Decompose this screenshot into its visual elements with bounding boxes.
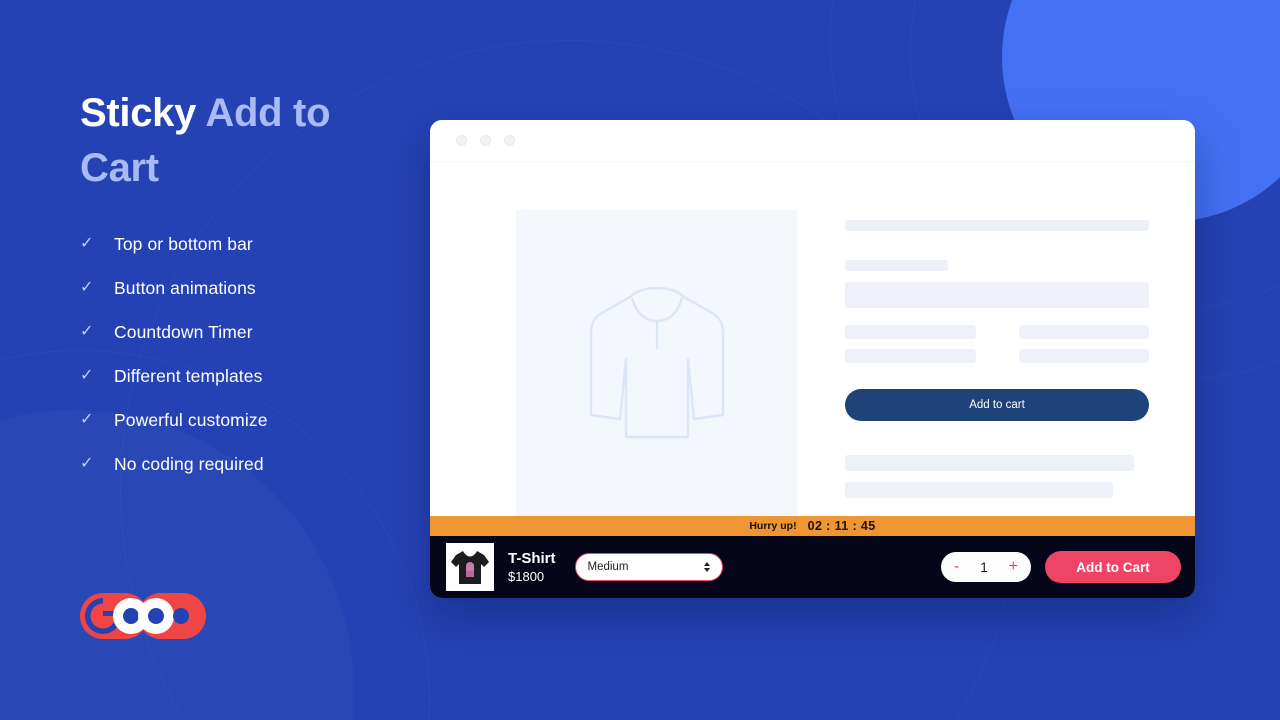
gooo-logo — [80, 593, 206, 639]
list-item: ✓ Countdown Timer — [80, 310, 410, 354]
product-details: Add to cart — [845, 210, 1149, 540]
feature-label: Powerful customize — [114, 409, 268, 430]
feature-label: Top or bottom bar — [114, 233, 253, 254]
marketing-copy: Sticky Add to Cart ✓ Top or bottom bar ✓… — [80, 86, 410, 486]
skeleton-paragraph — [845, 455, 1134, 471]
gooo-logo-icon — [80, 593, 206, 639]
browser-mockup: Add to cart Hurry up! 02 : 11 : 45 T-Shi… — [430, 120, 1195, 598]
list-item: ✓ No coding required — [80, 442, 410, 486]
list-item: ✓ Different templates — [80, 354, 410, 398]
check-icon: ✓ — [80, 455, 94, 473]
check-icon: ✓ — [80, 367, 94, 385]
sticky-add-to-cart-bar: T-Shirt $1800 Medium - 1 + Add to Cart — [430, 536, 1195, 598]
page-add-to-cart-button[interactable]: Add to cart — [845, 389, 1149, 421]
promo-banner: Sticky Add to Cart ✓ Top or bottom bar ✓… — [0, 0, 1280, 720]
feature-label: Countdown Timer — [114, 321, 253, 342]
product-page: Add to cart — [430, 162, 1195, 540]
quantity-value: 1 — [980, 559, 988, 575]
window-dot-icon[interactable] — [456, 135, 467, 146]
headline-primary: Sticky — [80, 91, 206, 135]
skeleton-block — [845, 282, 1149, 308]
check-icon: ✓ — [80, 235, 94, 253]
add-to-cart-button[interactable]: Add to Cart — [1045, 551, 1181, 583]
check-icon: ✓ — [80, 411, 94, 429]
product-gallery — [516, 210, 797, 540]
feature-label: No coding required — [114, 453, 264, 474]
skeleton-title — [845, 220, 1149, 231]
product-price: $1800 — [508, 568, 545, 584]
quantity-stepper: - 1 + — [941, 552, 1031, 582]
check-icon: ✓ — [80, 323, 94, 341]
skeleton-field — [845, 349, 976, 363]
feature-list: ✓ Top or bottom bar ✓ Button animations … — [80, 222, 410, 486]
skeleton-subtitle — [845, 260, 949, 271]
skeleton-field — [1018, 349, 1149, 363]
countdown-bar: Hurry up! 02 : 11 : 45 — [430, 516, 1195, 536]
skeleton-row — [845, 349, 1149, 363]
list-item: ✓ Top or bottom bar — [80, 222, 410, 266]
increment-quantity-button[interactable]: + — [1009, 559, 1018, 575]
product-info: T-Shirt $1800 — [508, 550, 556, 583]
feature-label: Different templates — [114, 365, 263, 386]
list-item: ✓ Button animations — [80, 266, 410, 310]
check-icon: ✓ — [80, 279, 94, 297]
skeleton-row — [845, 325, 1149, 339]
feature-label: Button animations — [114, 277, 256, 298]
long-sleeve-shirt-icon — [589, 286, 724, 439]
window-dot-icon[interactable] — [480, 135, 491, 146]
decrement-quantity-button[interactable]: - — [954, 559, 959, 575]
countdown-timer: 02 : 11 : 45 — [807, 519, 876, 533]
window-dot-icon[interactable] — [504, 135, 515, 146]
variant-selected-label: Medium — [587, 561, 629, 573]
product-thumbnail[interactable] — [446, 543, 494, 591]
tshirt-thumbnail-icon — [451, 551, 489, 584]
variant-select[interactable]: Medium — [574, 553, 723, 581]
list-item: ✓ Powerful customize — [80, 398, 410, 442]
skeleton-paragraph — [845, 482, 1113, 498]
skeleton-field — [845, 325, 976, 339]
browser-title-bar — [430, 120, 1195, 162]
skeleton-field — [1018, 325, 1149, 339]
countdown-label: Hurry up! — [749, 520, 797, 532]
product-name: T-Shirt — [508, 550, 556, 568]
page-title: Sticky Add to Cart — [80, 86, 410, 196]
stepper-arrows-icon — [703, 562, 710, 572]
